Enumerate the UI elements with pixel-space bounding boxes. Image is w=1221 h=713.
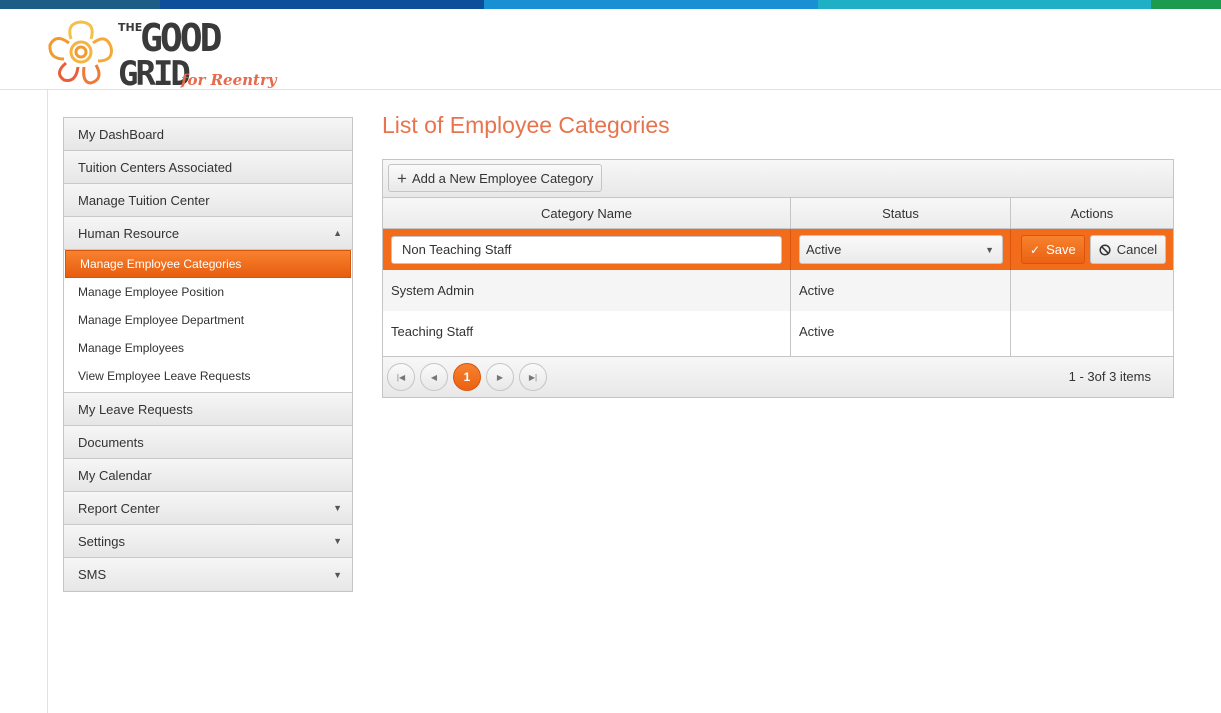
sidebar-item-documents[interactable]: Documents: [64, 426, 352, 459]
sidebar-item-label: SMS: [78, 567, 107, 582]
sidebar-item-label: Tuition Centers Associated: [78, 159, 233, 175]
dropdown-caret-icon: ▼: [985, 244, 994, 255]
column-header-category-name[interactable]: Category Name: [383, 198, 791, 228]
add-category-button[interactable]: + Add a New Employee Category: [388, 164, 603, 192]
sidebar-item-human-resource[interactable]: Human Resource ▲: [64, 217, 352, 250]
category-name-cell: Teaching Staff: [383, 311, 791, 352]
sidebar-item-label: My Calendar: [78, 467, 152, 483]
page-number-button[interactable]: 1: [453, 363, 481, 391]
sidebar-item-label: Human Resource: [78, 225, 180, 241]
sidebar-item-tuition-centers-associated[interactable]: Tuition Centers Associated: [64, 151, 352, 184]
logo-grid-text: GRID: [118, 54, 191, 94]
column-header-actions: Actions: [1070, 205, 1114, 221]
sidebar-item-settings[interactable]: Settings ▼: [64, 525, 352, 558]
actions-cell: ✓ Save Cancel: [1011, 229, 1173, 270]
submenu-item-manage-employee-position[interactable]: Manage Employee Position: [64, 278, 352, 306]
table-row[interactable]: Teaching Staff Active: [383, 311, 1173, 352]
sidebar-item-label: Report Center: [78, 500, 160, 516]
human-resource-submenu: Manage Employee Categories Manage Employ…: [64, 250, 352, 393]
sidebar-item-report-center[interactable]: Report Center ▼: [64, 492, 352, 525]
category-name-cell: [383, 229, 791, 270]
category-name-input[interactable]: [391, 235, 782, 264]
logo-good-text: GOOD: [140, 16, 222, 60]
expand-arrow-icon: ▼: [333, 503, 342, 513]
top-color-bar: [0, 0, 1221, 9]
cancel-button[interactable]: Cancel: [1089, 235, 1167, 264]
collapse-arrow-icon: ▲: [333, 228, 342, 238]
actions-cell: [1011, 311, 1173, 352]
sidebar-item-sms[interactable]: SMS ▼: [64, 558, 352, 591]
sidebar-item-label: Manage Tuition Center: [78, 192, 210, 208]
ban-icon: [1099, 243, 1111, 256]
header: THE GOOD GRID for Reentry: [0, 9, 1221, 94]
logo-tagline: for Reentry: [181, 71, 277, 89]
cancel-label: Cancel: [1116, 242, 1158, 257]
topbar-segment: [818, 0, 1151, 9]
sidebar-item-dashboard[interactable]: My DashBoard: [64, 118, 352, 151]
column-header-status[interactable]: Status: [791, 198, 1011, 228]
submenu-item-view-employee-leave-requests[interactable]: View Employee Leave Requests: [64, 362, 352, 390]
status-cell: Active: [791, 311, 1011, 352]
grid-pager: |◀ ◀ 1 ▶ ▶| 1 - 3of 3 items: [383, 356, 1173, 397]
table-row[interactable]: System Admin Active: [383, 270, 1173, 311]
last-page-icon[interactable]: ▶|: [519, 363, 547, 391]
add-category-label: Add a New Employee Category: [411, 170, 594, 186]
next-page-icon[interactable]: ▶: [486, 363, 514, 391]
sidebar-item-label: My Leave Requests: [78, 401, 193, 417]
sidebar-item-label: My DashBoard: [78, 126, 164, 142]
plus-icon: +: [397, 168, 407, 188]
previous-page-icon[interactable]: ◀: [420, 363, 448, 391]
topbar-segment: [160, 0, 484, 9]
sidebar-item-label: Settings: [78, 533, 125, 549]
flower-logo-icon: [48, 20, 113, 85]
pager-info: 1 - 3of 3 items: [1068, 369, 1151, 384]
page-title: List of Employee Categories: [382, 112, 670, 138]
save-label: Save: [1046, 242, 1076, 257]
submenu-item-manage-employee-categories[interactable]: Manage Employee Categories: [65, 250, 351, 278]
logo-the-text: THE: [118, 21, 143, 34]
submenu-item-manage-employees[interactable]: Manage Employees: [64, 334, 352, 362]
checkmark-icon: ✓: [1030, 242, 1041, 257]
first-page-icon[interactable]: |◀: [387, 363, 415, 391]
status-dropdown-value: Active: [806, 242, 842, 257]
topbar-segment: [0, 0, 160, 9]
status-cell: Active ▼: [791, 229, 1011, 270]
left-divider: [47, 90, 48, 713]
sidebar-item-label: Documents: [78, 434, 144, 450]
expand-arrow-icon: ▼: [333, 569, 342, 580]
categories-grid: + Add a New Employee Category Category N…: [382, 159, 1174, 398]
topbar-segment: [484, 0, 818, 9]
grid-toolbar: + Add a New Employee Category: [383, 160, 1173, 198]
save-button[interactable]: ✓ Save: [1021, 235, 1085, 264]
sidebar-item-my-calendar[interactable]: My Calendar: [64, 459, 352, 492]
grid-header: Category Name Status Actions: [383, 198, 1173, 229]
submenu-item-manage-employee-department[interactable]: Manage Employee Department: [64, 306, 352, 334]
table-row-editing: Active ▼ ✓ Save Cancel: [383, 229, 1173, 270]
status-dropdown[interactable]: Active ▼: [799, 235, 1003, 264]
brand-logo[interactable]: THE GOOD GRID for Reentry: [46, 15, 277, 94]
sidebar-nav: My DashBoard Tuition Centers Associated …: [63, 117, 353, 592]
expand-arrow-icon: ▼: [333, 536, 342, 546]
category-name-cell: System Admin: [383, 270, 791, 311]
sidebar-item-manage-tuition-center[interactable]: Manage Tuition Center: [64, 184, 352, 217]
actions-cell: [1011, 270, 1173, 311]
topbar-segment: [1151, 0, 1221, 9]
sidebar-item-my-leave-requests[interactable]: My Leave Requests: [64, 393, 352, 426]
status-cell: Active: [791, 270, 1011, 311]
